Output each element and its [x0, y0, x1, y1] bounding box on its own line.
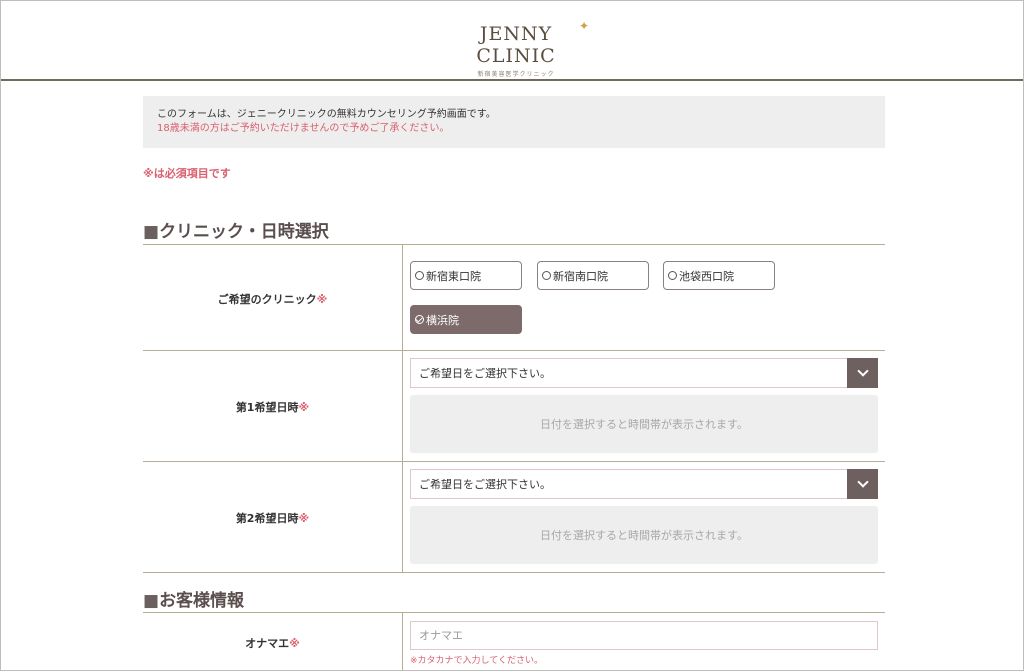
notice-line-1: このフォームは、ジェニークリニックの無料カウンセリング予約画面です。 [157, 109, 496, 120]
name-row-label: オナマエ※ [143, 635, 402, 651]
check-icon [415, 315, 424, 324]
radio-icon [542, 271, 551, 280]
clinic-option-label: 新宿南口院 [553, 269, 608, 283]
date2-row-label: 第2希望日時※ [143, 510, 402, 526]
required-note: ※は必須項目です [143, 167, 231, 180]
chevron-down-icon[interactable] [847, 358, 878, 388]
date1-panel-text: 日付を選択すると時間帯が表示されます。 [540, 418, 748, 431]
date2-select-value: ご希望日をご選択下さい。 [419, 478, 551, 491]
square-bullet-icon: ■ [143, 222, 160, 242]
clinic-logo[interactable]: JENNY CLINIC ✦ 新宿美容医学クリニック [441, 19, 591, 78]
date2-time-panel: 日付を選択すると時間帯が表示されます。 [410, 506, 878, 564]
table-divider [143, 350, 885, 351]
radio-icon [415, 271, 424, 280]
clinic-row-label: ご希望のクリニック※ [143, 291, 402, 307]
required-mark: ※ [298, 401, 310, 414]
sparkle-icon: ✦ [578, 19, 589, 33]
site-header: JENNY CLINIC ✦ 新宿美容医学クリニック [1, 1, 1023, 81]
section-title-text: お客様情報 [159, 591, 245, 611]
logo-subtitle: 新宿美容医学クリニック [477, 71, 555, 78]
section-title-text: クリニック・日時選択 [159, 222, 329, 242]
table-column-divider [402, 244, 403, 572]
section-title-customer: ■お客様情報 [143, 586, 244, 611]
clinic-label-text: ご希望のクリニック [217, 293, 317, 306]
date1-time-panel: 日付を選択すると時間帯が表示されます。 [410, 395, 878, 453]
table-divider [143, 572, 885, 573]
chevron-down-icon[interactable] [847, 469, 878, 499]
table-divider [143, 244, 885, 245]
clinic-option-shinjuku-east[interactable]: 新宿東口院 [410, 261, 522, 290]
clinic-option-yokohama[interactable]: 横浜院 [410, 305, 522, 334]
date2-label-text: 第2希望日時 [235, 512, 299, 525]
clinic-option-label: 池袋西口院 [679, 269, 734, 283]
notice-line-2: 18歳未満の方はご予約いただけませんので予めご了承ください。 [157, 123, 450, 134]
square-bullet-icon: ■ [143, 591, 160, 611]
clinic-option-label: 横浜院 [426, 313, 459, 327]
section-title-clinic: ■クリニック・日時選択 [143, 217, 329, 242]
table-column-divider [402, 612, 403, 670]
clinic-option-label: 新宿東口院 [426, 269, 481, 283]
name-kana-input[interactable] [410, 621, 878, 650]
date2-panel-text: 日付を選択すると時間帯が表示されます。 [540, 529, 748, 542]
required-mark: ※ [289, 637, 300, 650]
notice-box: このフォームは、ジェニークリニックの無料カウンセリング予約画面です。 18歳未満… [143, 96, 885, 148]
radio-icon [668, 271, 677, 280]
required-mark: ※ [298, 512, 310, 525]
name-label-text: オナマエ [245, 637, 290, 650]
date1-select-value: ご希望日をご選択下さい。 [419, 367, 551, 380]
name-hint: ※カタカナで入力してください。 [410, 656, 544, 666]
logo-text: JENNY CLINIC [476, 23, 556, 67]
page-frame: JENNY CLINIC ✦ 新宿美容医学クリニック このフォームは、ジェニーク… [0, 0, 1024, 671]
date1-label-text: 第1希望日時 [235, 401, 299, 414]
date1-select[interactable]: ご希望日をご選択下さい。 [410, 358, 878, 388]
table-divider [143, 612, 885, 613]
date1-row-label: 第1希望日時※ [143, 399, 402, 415]
clinic-option-shinjuku-south[interactable]: 新宿南口院 [537, 261, 649, 290]
required-mark: ※ [316, 293, 328, 306]
clinic-option-ikebukuro-west[interactable]: 池袋西口院 [663, 261, 775, 290]
date2-select[interactable]: ご希望日をご選択下さい。 [410, 469, 878, 499]
table-divider [143, 461, 885, 462]
